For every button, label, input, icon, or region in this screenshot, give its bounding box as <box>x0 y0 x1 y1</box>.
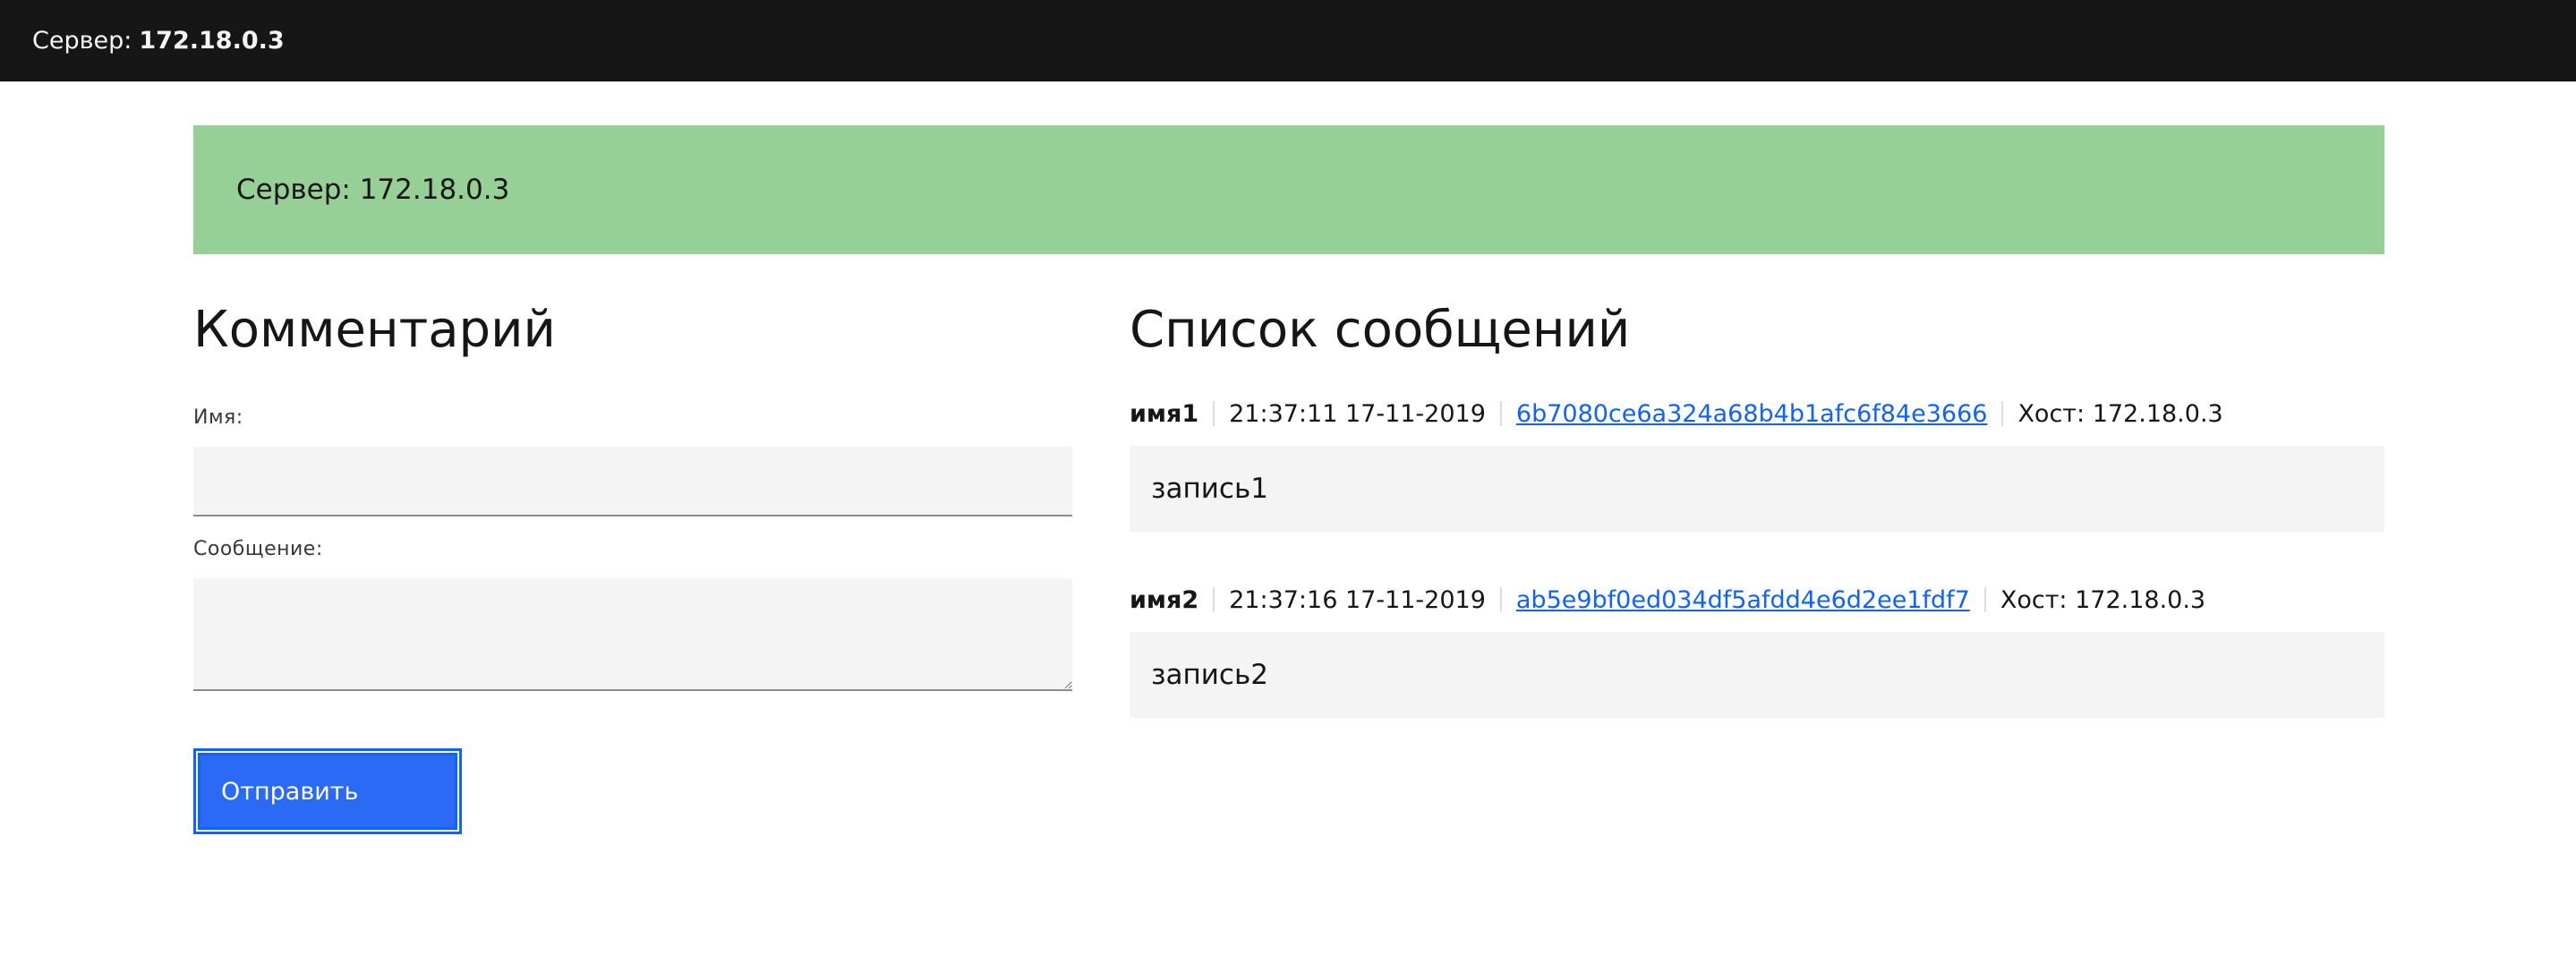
message-meta: имя1 21:37:11 17-11-2019 6b7080ce6a324a6… <box>1130 396 2384 431</box>
divider <box>1983 587 1986 612</box>
comment-form-title: Комментарий <box>193 301 556 359</box>
name-label: Имя: <box>193 406 243 429</box>
message-textarea[interactable] <box>193 578 1072 691</box>
divider <box>1499 587 1502 612</box>
message-list-title: Список сообщений <box>1130 301 1631 359</box>
divider <box>2001 401 2004 426</box>
message-list: Список сообщений имя1 21:37:11 17-11-201… <box>1130 295 2384 718</box>
server-label: Сервер: <box>32 27 132 55</box>
submit-button[interactable]: Отправить <box>193 748 462 834</box>
list-item: имя2 21:37:16 17-11-2019 ab5e9bf0ed034df… <box>1130 582 2384 718</box>
message-id-link[interactable]: 6b7080ce6a324a68b4b1afc6f84e3666 <box>1516 400 1988 428</box>
divider <box>1499 401 1502 426</box>
divider <box>1213 401 1215 426</box>
message-author: имя1 <box>1130 399 1199 428</box>
message-body: запись1 <box>1130 446 2384 532</box>
message-timestamp: 21:37:11 17-11-2019 <box>1229 399 1486 428</box>
message-id-link[interactable]: ab5e9bf0ed034df5afdd4e6d2ee1fdf7 <box>1516 586 1970 614</box>
message-body: запись2 <box>1130 632 2384 718</box>
message-label: Сообщение: <box>193 538 323 560</box>
message-timestamp: 21:37:16 17-11-2019 <box>1229 585 1486 614</box>
message-meta: имя2 21:37:16 17-11-2019 ab5e9bf0ed034df… <box>1130 582 2384 618</box>
message-text: запись2 <box>1151 659 1268 691</box>
message-author: имя2 <box>1130 585 1199 614</box>
list-item: имя1 21:37:11 17-11-2019 6b7080ce6a324a6… <box>1130 396 2384 532</box>
message-host: Хост: 172.18.0.3 <box>2000 585 2206 614</box>
server-ip: 172.18.0.3 <box>139 27 285 55</box>
comment-form: Комментарий Имя: Сообщение: Отправить <box>193 295 1072 834</box>
name-input[interactable] <box>193 447 1072 516</box>
message-text: запись1 <box>1151 473 1268 505</box>
message-host: Хост: 172.18.0.3 <box>2017 399 2223 428</box>
banner-text: Сервер: 172.18.0.3 <box>236 174 510 206</box>
server-banner: Сервер: 172.18.0.3 <box>193 125 2384 254</box>
top-bar: Сервер: 172.18.0.3 <box>0 0 2576 81</box>
divider <box>1213 587 1215 612</box>
